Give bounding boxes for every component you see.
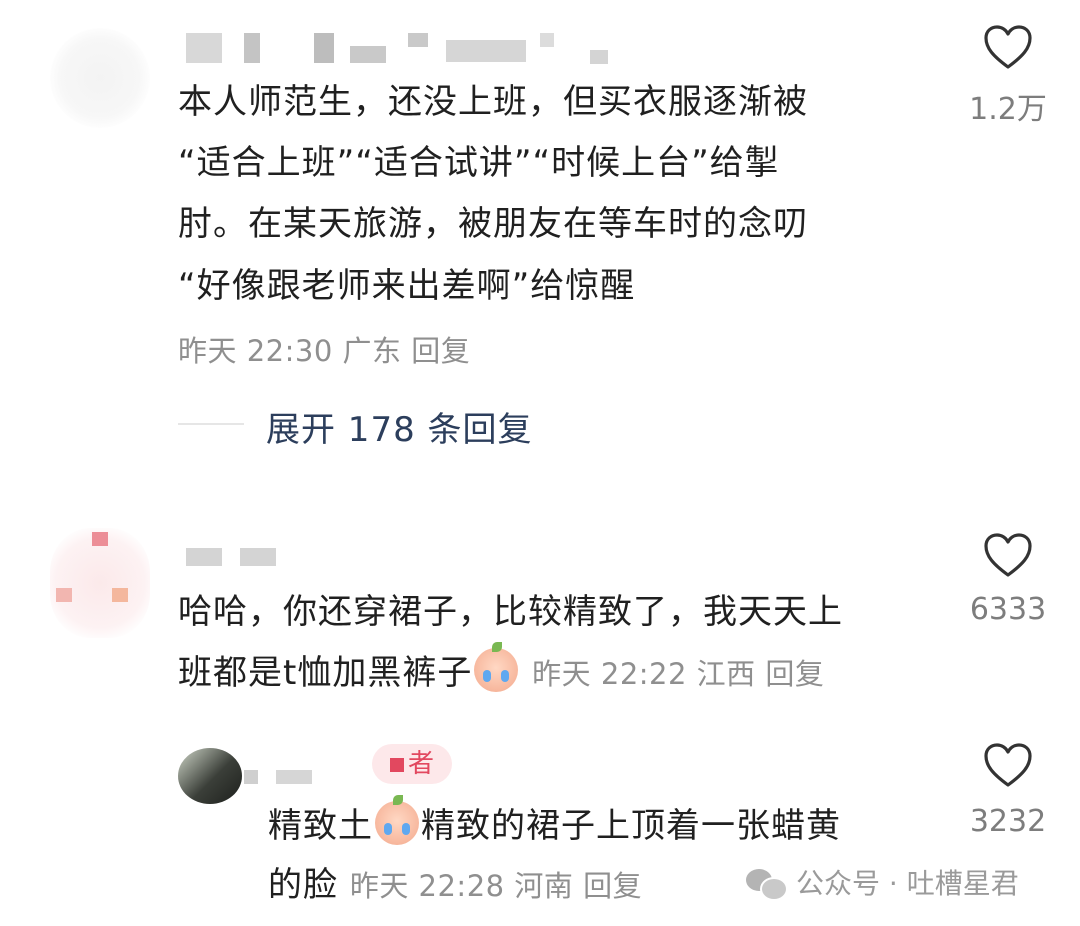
comment-line: “适合上班”“适合试讲”“时候上台”给掣 <box>178 143 780 183</box>
comment-line: “好像跟老师来出差啊”给惊醒 <box>178 266 636 306</box>
reply-button[interactable]: 回复 <box>411 334 470 368</box>
like-count: 1.2万 <box>969 92 1047 127</box>
heart-outline-icon[interactable] <box>983 742 1033 788</box>
comment-line: 本人师范生，还没上班，但买衣服逐渐被 <box>178 82 808 122</box>
comment-time: 昨天 22:22 <box>532 657 687 691</box>
comment-location: 广东 <box>342 334 402 368</box>
heart-outline-icon[interactable] <box>983 532 1033 578</box>
heart-outline-icon[interactable] <box>983 24 1033 70</box>
comment-line-with-meta: 班都是t恤加黑裤子 昨天 22:22 江西 回复 <box>178 642 824 704</box>
comment-meta: 昨天 22:30 广东 回复 <box>178 328 470 370</box>
avatar[interactable] <box>50 28 150 128</box>
wechat-icon <box>746 867 788 901</box>
comment-text: 精致的裙子上顶着一张蜡黄 <box>421 806 841 846</box>
crying-face-emoji <box>474 642 519 692</box>
expand-replies-button[interactable]: 展开 178 条回复 <box>266 402 533 451</box>
comment-text: 精致土 <box>268 806 373 846</box>
comment-time: 昨天 22:30 <box>178 334 333 368</box>
reply-button[interactable]: 回复 <box>765 657 824 691</box>
avatar[interactable] <box>178 748 242 804</box>
watermark: 公众号 · 吐槽星君 <box>746 862 1019 902</box>
author-badge: 者 <box>372 744 452 784</box>
comment-line: 肘。在某天旅游，被朋友在等车时的念叨 <box>178 204 808 244</box>
comment-location: 江西 <box>696 657 756 691</box>
comment-meta: 昨天 22:22 江西 回复 <box>532 657 824 691</box>
crying-face-emoji <box>375 795 419 845</box>
like-count: 6333 <box>969 592 1047 627</box>
comment-line-with-meta: 的脸 昨天 22:28 河南 回复 <box>268 855 642 916</box>
comment-time: 昨天 22:28 <box>349 869 505 903</box>
like-count: 3232 <box>969 804 1047 839</box>
reply-button[interactable]: 回复 <box>583 869 642 903</box>
comment-text: 班都是t恤加黑裤子 <box>178 653 473 693</box>
comment-line: 精致土 精致的裙子上顶着一张蜡黄 <box>268 795 841 856</box>
comment-meta: 昨天 22:28 河南 回复 <box>350 869 642 903</box>
comment-text: 的脸 <box>268 865 338 905</box>
comment-line: 哈哈，你还穿裙子，比较精致了，我天天上 <box>178 592 843 632</box>
comment-location: 河南 <box>514 869 574 903</box>
divider <box>178 423 244 425</box>
avatar[interactable] <box>50 528 150 638</box>
